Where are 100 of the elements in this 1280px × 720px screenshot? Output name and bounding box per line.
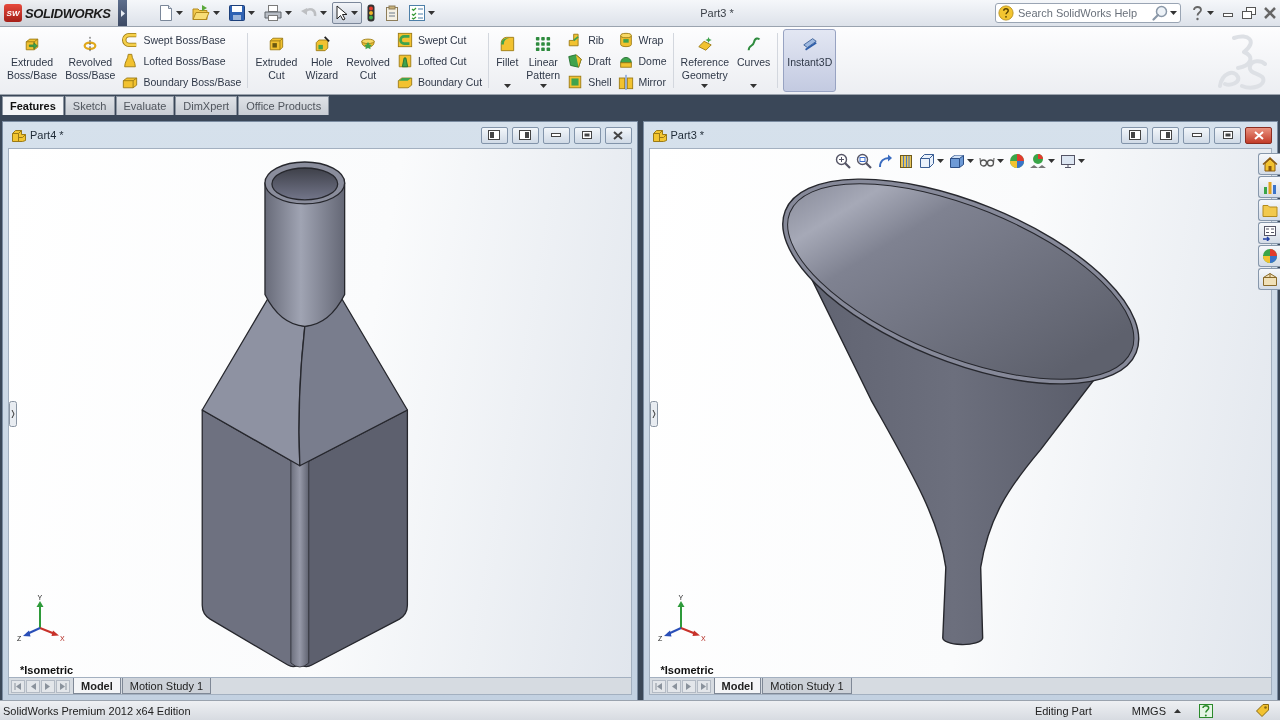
cube-outline-icon [919,153,936,169]
menu-expand-button[interactable] [118,0,127,26]
color-ball-icon [1009,153,1026,169]
color-ball-icon [1261,248,1278,264]
clipboard-icon [384,5,400,21]
command-button[interactable]: Extruded Cut [253,29,300,92]
view-tool-button[interactable] [856,153,873,169]
folder-icon [1261,202,1278,218]
command-button[interactable]: Lofted Cut [395,50,484,71]
tab[interactable]: Evaluate [115,96,175,115]
tab[interactable]: Motion Study 1 [762,678,852,694]
tab[interactable]: Model [713,678,762,694]
command-button[interactable]: Boundary Boss/Base [121,71,243,92]
command-button[interactable]: Fillet [494,29,521,92]
blank-page-icon [159,5,173,21]
panel-handle-icon[interactable] [9,401,17,427]
command-button[interactable]: Shell [566,71,613,92]
task-pane-tab[interactable] [1258,245,1280,267]
view-tool-button[interactable] [1030,153,1056,169]
view-tool-button[interactable] [877,153,894,169]
view-tool-button[interactable] [919,153,945,169]
command-button[interactable]: Draft [566,50,613,71]
tab[interactable]: Features [2,96,64,115]
command-button[interactable]: Linear Pattern [524,29,563,92]
view-tool-button[interactable] [949,153,975,169]
command-button[interactable]: Mirror [616,71,668,92]
box-icon [1261,271,1278,287]
c-groove-block-icon [396,31,413,48]
caret-icon [503,84,511,88]
app-name: SOLIDWORKS [25,5,111,21]
tile-left-button[interactable] [1121,126,1148,144]
block-icon [651,128,668,142]
caret-icon [1078,159,1086,163]
bell-shape-icon [122,52,139,69]
tab[interactable]: Sketch [64,96,115,115]
caret-icon [213,11,220,15]
tab[interactable]: Model [73,678,121,694]
maximize-button[interactable] [1214,126,1241,144]
hollow-box-icon [567,73,584,90]
minimize-button[interactable] [542,126,570,144]
caret-icon [997,159,1005,163]
close-button[interactable] [1245,126,1272,144]
tile-left-button[interactable] [480,126,508,144]
task-pane-tab[interactable] [1258,268,1280,290]
maximize-icon [1222,131,1233,139]
tag-icon[interactable] [1255,703,1270,718]
status-text: SolidWorks Premium 2012 x64 Edition [3,704,191,717]
search-field[interactable]: Search SolidWorks Help [995,3,1181,23]
arrow-icon [699,682,708,690]
caret-icon [750,84,758,88]
notched-block-icon [396,52,413,69]
printer-icon [264,5,282,21]
tile-right-button[interactable] [1152,126,1179,144]
command-button[interactable]: Extruded Boss/Base [5,29,60,92]
command-button[interactable]: Wrap [616,29,668,50]
caret-icon [701,84,709,88]
tab[interactable]: Motion Study 1 [121,678,212,694]
task-pane-tab[interactable] [1258,153,1280,175]
view-tool-button[interactable] [898,153,915,169]
close-icon [613,130,623,140]
command-button[interactable]: Dome [616,50,668,71]
command-button[interactable]: Swept Boss/Base [121,29,243,50]
tab[interactable]: Office Products [238,96,330,115]
arrow-icon [30,682,36,690]
select-button[interactable] [332,2,362,24]
maximize-button[interactable] [573,126,601,144]
command-button[interactable]: Instant3D [783,29,837,92]
view-tool-button[interactable] [1060,153,1086,169]
arrow-icon [45,682,51,690]
minimize-icon [551,133,561,137]
units-button[interactable]: MMGS [1129,704,1183,717]
view-tool-button[interactable] [1009,153,1026,169]
tab[interactable]: DimXpert [175,96,238,115]
command-button[interactable]: Reference Geometry [678,29,731,92]
command-button[interactable]: Hole Wizard [303,29,341,92]
caret-icon [320,11,327,15]
caret-right-icon [120,9,125,17]
checklist-icon [409,5,425,21]
panel-handle-icon[interactable] [649,401,658,427]
command-button[interactable]: Boundary Cut [395,71,484,92]
command-button[interactable]: Rib [566,29,613,50]
help-icon[interactable] [1199,703,1213,718]
caret-icon [351,11,358,15]
tile-right-button[interactable] [511,126,539,144]
view-tool-button[interactable] [835,153,852,169]
command-button[interactable]: Revolved Cut [344,29,392,92]
task-pane-tab[interactable] [1258,176,1280,198]
minimize-button[interactable] [1183,126,1210,144]
command-button[interactable]: Swept Cut [395,29,484,50]
command-button[interactable]: Curves [735,29,773,92]
close-button[interactable] [604,126,632,144]
command-button[interactable]: Lofted Boss/Base [121,50,243,71]
caret-icon[interactable] [1170,11,1177,15]
bowl-star-icon [360,36,377,52]
task-pane-tab[interactable] [1258,222,1280,244]
window-title: Part3 * [700,7,734,19]
command-button[interactable]: Revolved Boss/Base [63,29,118,92]
rounded-corner-icon [499,36,516,52]
list-arrow-icon [1261,225,1278,241]
caret-icon [428,11,435,15]
